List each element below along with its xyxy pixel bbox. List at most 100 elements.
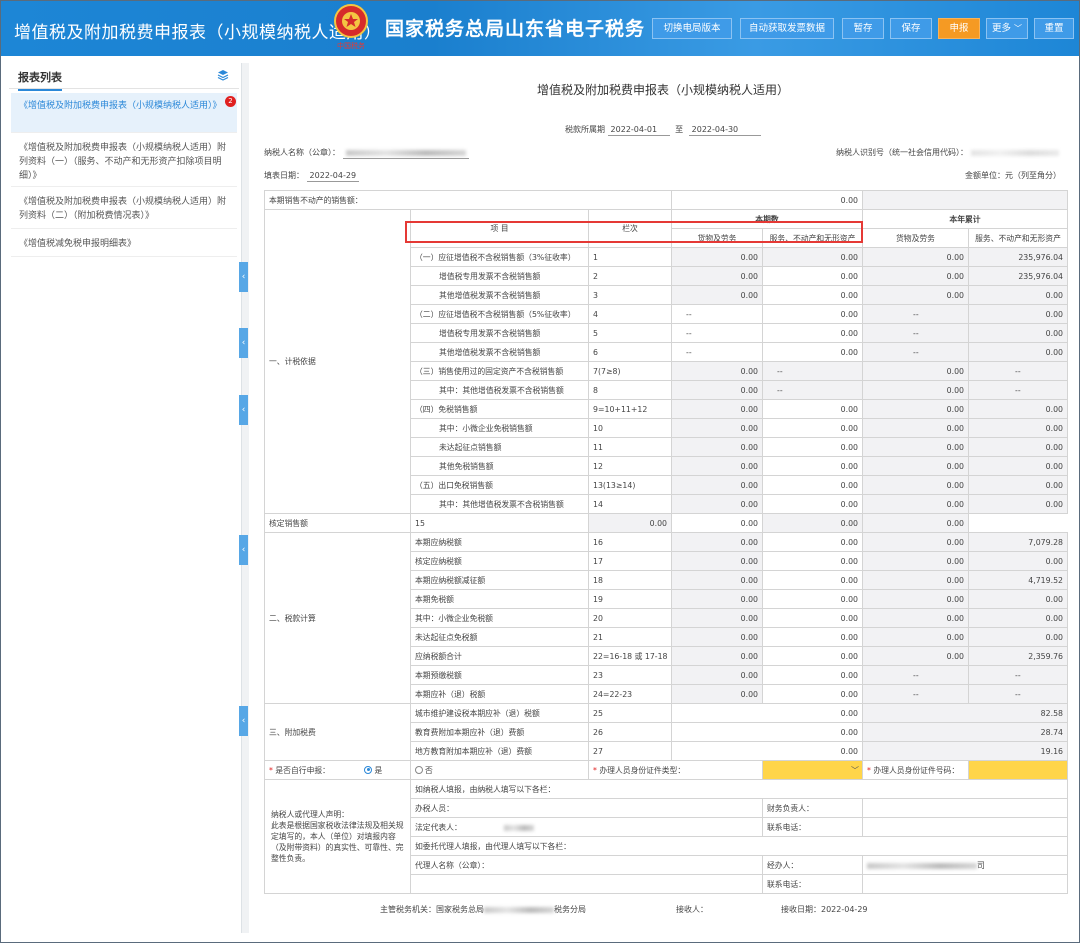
- services-current[interactable]: 0.00: [762, 437, 863, 457]
- sidebar-item-label: 《增值税及附加税费申报表（小规模纳税人适用）附列资料（一）（服务、不动产和无形资…: [19, 143, 227, 181]
- operator-tail: 司: [977, 860, 985, 870]
- current-value[interactable]: 0.00: [671, 703, 863, 723]
- head-col: 栏次: [588, 209, 672, 248]
- services-current[interactable]: 0.00: [762, 475, 863, 495]
- collapse-arrow-icon[interactable]: ‹: [239, 706, 248, 736]
- declaration-form: 增值税及附加税费申报表（小规模纳税人适用） 税款所属期 2022-04-01 至…: [250, 63, 1076, 935]
- services-ytd: 0.00: [968, 608, 1068, 628]
- services-current[interactable]: 0.00: [762, 627, 863, 647]
- auto-fetch-invoice-button[interactable]: 自动获取发票数据: [740, 18, 834, 39]
- sidebar-item-exemption[interactable]: 《增值税减免税申报明细表》: [11, 231, 237, 257]
- services-ytd: 0.00: [968, 456, 1068, 476]
- table-row: 核定销售额 15 0.00 0.00 0.00 0.00: [264, 513, 1068, 533]
- fill-date-field[interactable]: 2022-04-29: [306, 171, 360, 182]
- fill-date-label: 填表日期：: [264, 171, 304, 180]
- temp-save-button[interactable]: 暂存: [842, 18, 884, 39]
- tax-emblem-icon: 中国税务: [334, 4, 368, 50]
- goods-ytd: 0.00: [862, 570, 969, 590]
- more-button[interactable]: 更多 ﹀: [986, 18, 1028, 39]
- services-current[interactable]: 0.00: [762, 665, 863, 685]
- sub-goods-ytd: 货物及劳务: [862, 228, 969, 248]
- services-current[interactable]: --: [762, 380, 863, 400]
- sidebar-item-schedule-1[interactable]: 《增值税及附加税费申报表（小规模纳税人适用）附列资料（一）（服务、不动产和无形资…: [11, 135, 237, 187]
- row-col-no: 14: [588, 494, 672, 514]
- goods-ytd: 0.00: [762, 513, 863, 533]
- row-col-no: 12: [588, 456, 672, 476]
- current-value[interactable]: 0.00: [671, 722, 863, 742]
- radio-yes-label: 是: [374, 765, 383, 775]
- services-ytd: --: [968, 361, 1068, 381]
- agent-id-type-select[interactable]: ﹀: [762, 760, 863, 780]
- services-current[interactable]: 0.00: [762, 608, 863, 628]
- sidebar-item-schedule-2[interactable]: 《增值税及附加税费申报表（小规模纳税人适用）附列资料（二）（附加税费情况表）》: [11, 189, 237, 229]
- save-button[interactable]: 保存: [890, 18, 932, 39]
- services-current[interactable]: 0.00: [762, 589, 863, 609]
- services-current[interactable]: 0.00: [762, 494, 863, 514]
- sidebar-splitter[interactable]: [241, 63, 249, 933]
- self-filing-row: * 是否自行申报： 是否 * 办理人员身份证件类型： ﹀ * 办理人员身份证件号码：: [264, 760, 1068, 780]
- services-current[interactable]: 0.00: [762, 266, 863, 286]
- real-estate-value[interactable]: 0.00: [671, 190, 863, 210]
- goods-ytd: 0.00: [862, 627, 969, 647]
- services-current[interactable]: 0.00: [762, 342, 863, 362]
- services-current[interactable]: 0.00: [762, 646, 863, 666]
- services-current[interactable]: 0.00: [762, 684, 863, 704]
- services-ytd: 0.00: [968, 323, 1068, 343]
- operator-value[interactable]: 司: [862, 855, 1068, 875]
- row-col-no: 11: [588, 437, 672, 457]
- agent-fill-note: 如委托代理人填报，由代理人填写以下各栏：: [410, 836, 1068, 856]
- collapse-arrow-icon[interactable]: ‹: [239, 262, 248, 292]
- row-col-no: 7(7≥8): [588, 361, 672, 381]
- services-current[interactable]: 0.00: [762, 456, 863, 476]
- row-label: 本期预缴税额: [410, 665, 589, 685]
- self-filing-label: 是否自行申报：: [275, 765, 330, 775]
- row-label: 本期应补（退）税额: [410, 684, 589, 704]
- phone-input[interactable]: [862, 817, 1068, 837]
- services-current[interactable]: 0.00: [762, 247, 863, 267]
- row-label: 地方教育附加本期应补（退）费额: [410, 741, 589, 761]
- services-current[interactable]: 0.00: [671, 513, 763, 533]
- services-current[interactable]: 0.00: [762, 323, 863, 343]
- phone2-input[interactable]: [862, 874, 1068, 894]
- radio-yes[interactable]: 是: [364, 765, 383, 775]
- row-label: 本期免税额: [410, 589, 589, 609]
- reset-button[interactable]: 重置: [1034, 18, 1074, 39]
- receiver-label: 接收人：: [676, 905, 708, 914]
- collapse-arrow-icon[interactable]: ‹: [239, 395, 248, 425]
- agent-id-no-input[interactable]: [968, 760, 1068, 780]
- services-current[interactable]: 0.00: [762, 532, 863, 552]
- legal-cell: 法定代表人：: [410, 817, 763, 837]
- goods-current: 0.00: [671, 532, 763, 552]
- services-current[interactable]: 0.00: [762, 399, 863, 419]
- row-col-no: 6: [588, 342, 672, 362]
- services-current[interactable]: 0.00: [762, 551, 863, 571]
- goods-ytd: 0.00: [862, 475, 969, 495]
- goods-ytd: 0.00: [862, 551, 969, 571]
- services-ytd: 0.00: [968, 304, 1068, 324]
- period-end-field[interactable]: 2022-04-30: [688, 125, 761, 136]
- collapse-arrow-icon[interactable]: ‹: [239, 328, 248, 358]
- decl-row: 纳税人或代理人声明： 此表是根据国家税收法律法规及相关规定填写的，本人（单位）对…: [264, 779, 1068, 894]
- finance-input[interactable]: [862, 798, 1068, 818]
- period-start-field[interactable]: 2022-04-01: [607, 125, 670, 136]
- services-current[interactable]: 0.00: [762, 285, 863, 305]
- taxpayer-name-field[interactable]: [342, 148, 469, 159]
- sidebar-item-main-form[interactable]: 《增值税及附加税费申报表（小规模纳税人适用）》 2: [11, 93, 237, 133]
- switch-version-button[interactable]: 切换电局版本: [652, 18, 732, 39]
- current-value[interactable]: 0.00: [671, 741, 863, 761]
- row-label: 其中：小微企业免税额: [410, 608, 589, 628]
- collapse-arrow-icon[interactable]: ‹: [239, 535, 248, 565]
- services-ytd: 0.00: [968, 551, 1068, 571]
- sub-services: 服务、不动产和无形资产: [762, 228, 863, 248]
- layers-icon[interactable]: [217, 69, 229, 81]
- section-tax-calc: 二、税款计算: [264, 532, 411, 704]
- goods-current: 0.00: [671, 665, 763, 685]
- submit-declaration-button[interactable]: 申报: [938, 18, 980, 39]
- radio-no[interactable]: 否: [415, 765, 433, 775]
- empty-cell: [862, 190, 1068, 210]
- services-current[interactable]: --: [762, 361, 863, 381]
- services-current[interactable]: 0.00: [762, 304, 863, 324]
- declaration-body: 纳税人或代理人声明： 此表是根据国家税收法律法规及相关规定填写的，本人（单位）对…: [271, 810, 404, 863]
- services-current[interactable]: 0.00: [762, 570, 863, 590]
- services-current[interactable]: 0.00: [762, 418, 863, 438]
